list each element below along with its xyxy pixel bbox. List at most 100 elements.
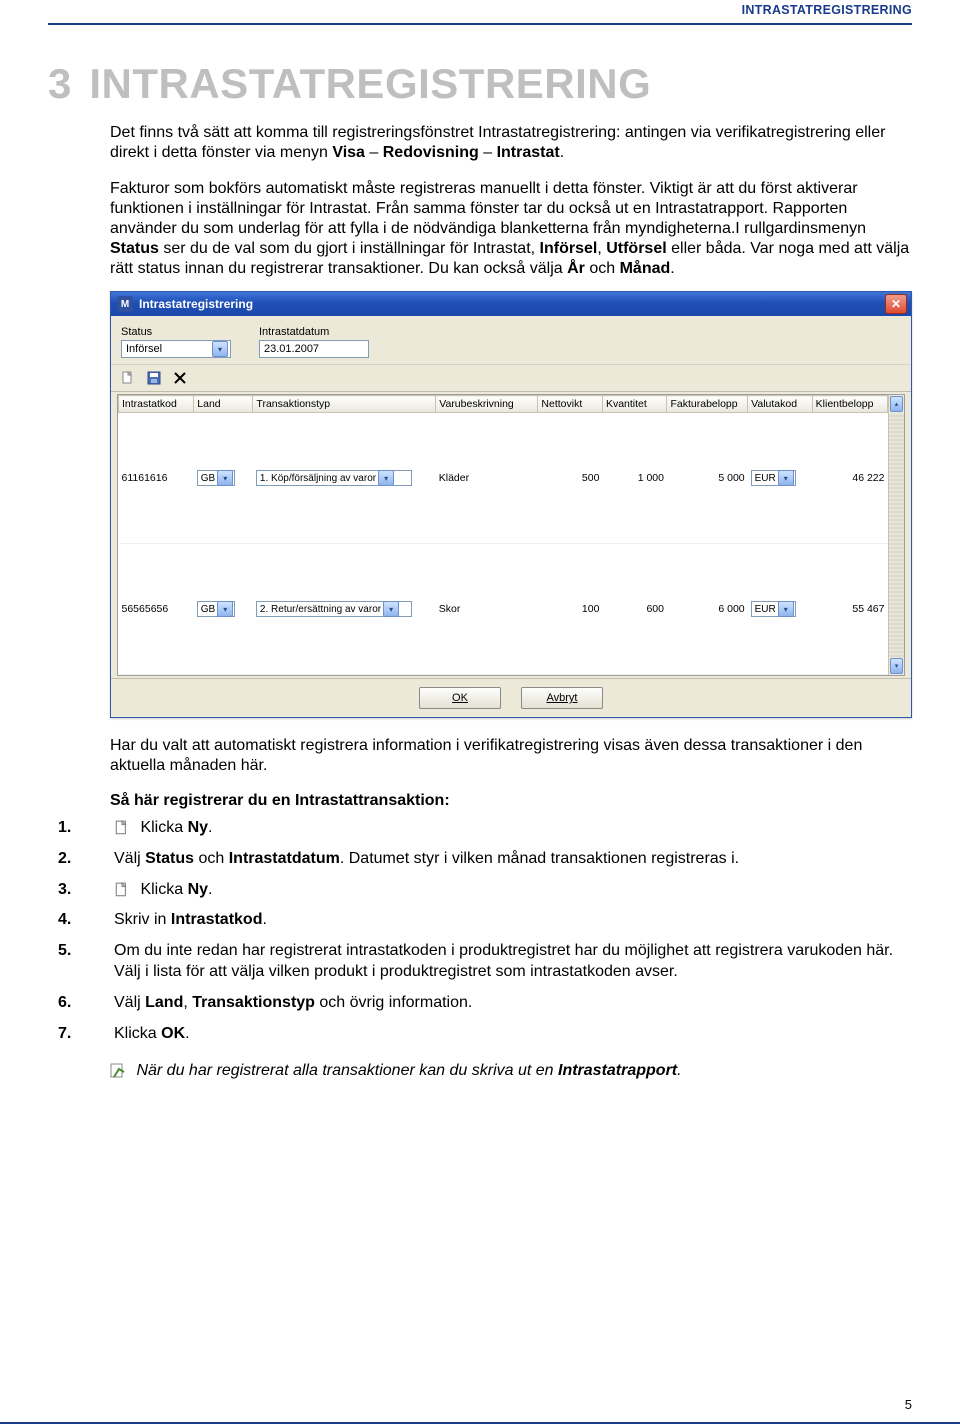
land-combo[interactable]: GB▾ — [197, 470, 235, 486]
typ-combo[interactable]: 2. Retur/ersättning av varor▾ — [256, 601, 412, 617]
close-icon: ✕ — [891, 297, 901, 311]
tip-icon — [110, 1063, 126, 1079]
valuta-combo[interactable]: EUR▾ — [751, 470, 796, 486]
cell-land[interactable]: GB▾ — [194, 413, 253, 544]
steps-list: 1. Klicka Ny. 2. Välj Status och Intrast… — [48, 818, 912, 1044]
paragraph-1: Det finns två sätt att komma till regist… — [110, 123, 912, 163]
bold: Status — [145, 850, 194, 867]
bold: Intrastat — [497, 144, 560, 161]
chapter-title: INTRASTATREGISTRERING — [89, 63, 651, 105]
list-item: 5. Om du inte redan har registrerat intr… — [48, 941, 912, 983]
cell-kvant[interactable]: 1 000 — [602, 413, 667, 544]
col-fakturabelopp[interactable]: Fakturabelopp — [667, 396, 748, 413]
col-nettovikt[interactable]: Nettovikt — [538, 396, 603, 413]
cell-klient[interactable]: 55 467 — [812, 544, 887, 675]
table-row[interactable]: 61161616 GB▾ 1. Köp/försäljning av varor… — [119, 413, 888, 544]
list-item: 4. Skriv in Intrastatkod. — [48, 910, 912, 931]
delete-button[interactable] — [171, 369, 189, 387]
val: EUR — [755, 604, 776, 615]
list-item: 2. Välj Status och Intrastatdatum. Datum… — [48, 849, 912, 870]
cell-typ[interactable]: 2. Retur/ersättning av varor▾ — [253, 544, 436, 675]
bold: Intrastatkod — [171, 911, 263, 928]
cell-belopp[interactable]: 6 000 — [667, 544, 748, 675]
status-combo[interactable]: Införsel ▾ — [121, 340, 231, 358]
text: När du har registrerat alla transaktione… — [136, 1062, 558, 1079]
text: . Datumet styr i vilken månad transaktio… — [340, 850, 739, 867]
window-titlebar[interactable]: M Intrastatregistrering ✕ — [111, 292, 911, 316]
list-item: 1. Klicka Ny. — [48, 818, 912, 839]
step-number: 5. — [48, 941, 114, 962]
paragraph-2: Fakturor som bokförs automatiskt måste r… — [110, 179, 912, 279]
col-land[interactable]: Land — [194, 396, 253, 413]
col-varubeskrivning[interactable]: Varubeskrivning — [436, 396, 538, 413]
bold: OK — [161, 1025, 185, 1042]
window-close-button[interactable]: ✕ — [885, 294, 907, 314]
text: Om du inte redan har registrerat intrast… — [114, 941, 912, 983]
scroll-up-icon[interactable]: ▴ — [890, 396, 903, 412]
new-button[interactable] — [119, 369, 137, 387]
text: – — [365, 144, 383, 161]
bold: Månad — [620, 260, 671, 277]
cell-typ[interactable]: 1. Köp/försäljning av varor▾ — [253, 413, 436, 544]
text: . — [262, 911, 266, 928]
cell-kvant[interactable]: 600 — [602, 544, 667, 675]
text: Fakturor som bokförs automatiskt måste r… — [110, 180, 866, 237]
land-combo[interactable]: GB▾ — [197, 601, 235, 617]
ok-button[interactable]: OK — [419, 687, 501, 709]
cell-val[interactable]: EUR▾ — [748, 413, 813, 544]
intrastat-grid[interactable]: Intrastatkod Land Transaktionstyp Varube… — [118, 395, 888, 675]
vertical-scrollbar[interactable]: ▴ ▾ — [888, 395, 904, 675]
step-number: 3. — [48, 880, 114, 901]
cell-klient[interactable]: 46 222 — [812, 413, 887, 544]
table-row[interactable]: 56565656 GB▾ 2. Retur/ersättning av varo… — [119, 544, 888, 675]
cell-vikt[interactable]: 500 — [538, 413, 603, 544]
new-file-icon — [114, 882, 130, 898]
text: och — [194, 850, 229, 867]
text: Klicka — [140, 881, 187, 898]
cell-kod[interactable]: 56565656 — [119, 544, 194, 675]
toolbar — [111, 364, 911, 392]
chevron-down-icon: ▾ — [217, 470, 233, 486]
cell-belopp[interactable]: 5 000 — [667, 413, 748, 544]
cell-val[interactable]: EUR▾ — [748, 544, 813, 675]
cell-kod[interactable]: 61161616 — [119, 413, 194, 544]
col-transaktionstyp[interactable]: Transaktionstyp — [253, 396, 436, 413]
bold: Ny — [188, 881, 208, 898]
step-number: 6. — [48, 993, 114, 1014]
page-number: 5 — [905, 1397, 912, 1412]
cell-besk[interactable]: Kläder — [436, 413, 538, 544]
bold: Utförsel — [606, 240, 666, 257]
new-file-icon — [121, 371, 135, 385]
bold: Intrastatrapport — [558, 1062, 677, 1079]
col-kvantitet[interactable]: Kvantitet — [602, 396, 667, 413]
chapter-heading: 3 INTRASTATREGISTRERING — [48, 63, 912, 105]
date-value: 23.01.2007 — [264, 343, 319, 355]
cancel-label: Avbryt — [547, 692, 578, 704]
bold: Intrastatdatum — [229, 850, 340, 867]
text: och — [585, 260, 620, 277]
text: . — [185, 1025, 189, 1042]
step-number: 7. — [48, 1024, 114, 1045]
col-valutakod[interactable]: Valutakod — [748, 396, 813, 413]
scroll-down-icon[interactable]: ▾ — [890, 658, 903, 674]
window-title: Intrastatregistrering — [139, 297, 253, 311]
scroll-track[interactable] — [889, 413, 904, 657]
typ-combo[interactable]: 1. Köp/försäljning av varor▾ — [256, 470, 412, 486]
bold: Transaktionstyp — [192, 994, 315, 1011]
text: Klicka — [140, 819, 187, 836]
cell-besk[interactable]: Skor — [436, 544, 538, 675]
cell-vikt[interactable]: 100 — [538, 544, 603, 675]
text: , — [597, 240, 606, 257]
col-intrastatkod[interactable]: Intrastatkod — [119, 396, 194, 413]
col-klientbelopp[interactable]: Klientbelopp — [812, 396, 887, 413]
bold: Redovisning — [383, 144, 479, 161]
bold: Ny — [188, 819, 208, 836]
cell-land[interactable]: GB▾ — [194, 544, 253, 675]
cancel-button[interactable]: Avbryt — [521, 687, 603, 709]
header-rule — [48, 23, 912, 25]
chevron-down-icon: ▾ — [778, 470, 794, 486]
valuta-combo[interactable]: EUR▾ — [751, 601, 796, 617]
date-field[interactable]: 23.01.2007 — [259, 340, 369, 358]
text: , — [183, 994, 192, 1011]
save-button[interactable] — [145, 369, 163, 387]
